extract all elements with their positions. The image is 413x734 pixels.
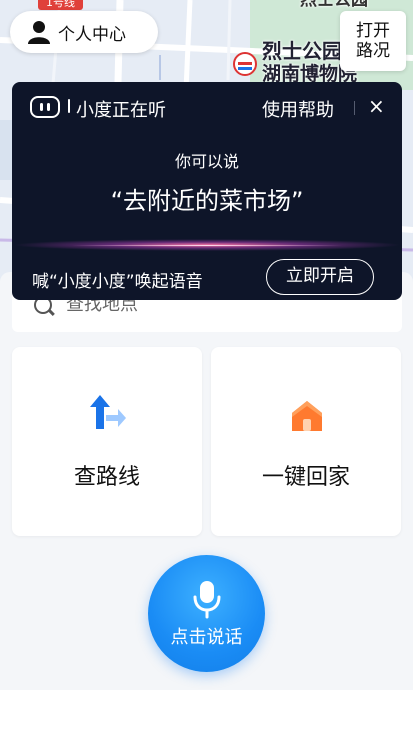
route-arrow-icon — [90, 395, 126, 435]
voice-level-icon — [68, 99, 70, 113]
traffic-label-line2: 路况 — [356, 41, 390, 61]
bottom-safe-area — [0, 690, 413, 734]
map-place-label[interactable]: 烈士公园 — [262, 41, 342, 61]
metro-station-icon[interactable] — [233, 52, 257, 76]
close-icon[interactable]: × — [368, 94, 385, 118]
voice-wave-glow — [12, 239, 402, 251]
map-place-label-top: 烈士公园 — [300, 0, 368, 10]
metro-line-tag: 1号线 — [38, 0, 83, 10]
voice-assistant-panel: 小度正在听 使用帮助 × 你可以说 “去附近的菜市场” 喊“小度小度”唤起语音 … — [12, 82, 402, 300]
voice-status-text: 小度正在听 — [76, 100, 166, 121]
voice-panel-header: 小度正在听 使用帮助 × — [12, 82, 402, 134]
go-home-card[interactable]: 一键回家 — [211, 347, 401, 536]
voice-help-link[interactable]: 使用帮助 — [262, 96, 334, 122]
voice-button-label: 点击说话 — [170, 627, 243, 648]
profile-button[interactable]: 个人中心 — [10, 11, 158, 53]
voice-input-button[interactable]: 点击说话 — [148, 555, 265, 672]
voice-example-phrase: “去附近的菜市场” — [110, 187, 304, 215]
profile-label: 个人中心 — [58, 24, 126, 45]
person-icon — [28, 20, 50, 44]
header-divider — [354, 101, 355, 115]
xiaodu-logo-icon — [30, 96, 60, 118]
route-card-label: 查路线 — [73, 465, 140, 490]
traffic-toggle-button[interactable]: 打开 路况 — [340, 11, 406, 71]
voice-hint-text: 你可以说 — [174, 152, 239, 171]
enable-wake-button[interactable]: 立即开启 — [266, 259, 374, 295]
traffic-label-line1: 打开 — [356, 21, 390, 41]
home-card-label: 一键回家 — [261, 465, 350, 490]
wake-word-tip: 喊“小度小度”唤起语音 — [32, 272, 203, 292]
route-search-card[interactable]: 查路线 — [12, 347, 202, 536]
microphone-icon — [192, 579, 222, 619]
home-icon — [289, 395, 325, 435]
